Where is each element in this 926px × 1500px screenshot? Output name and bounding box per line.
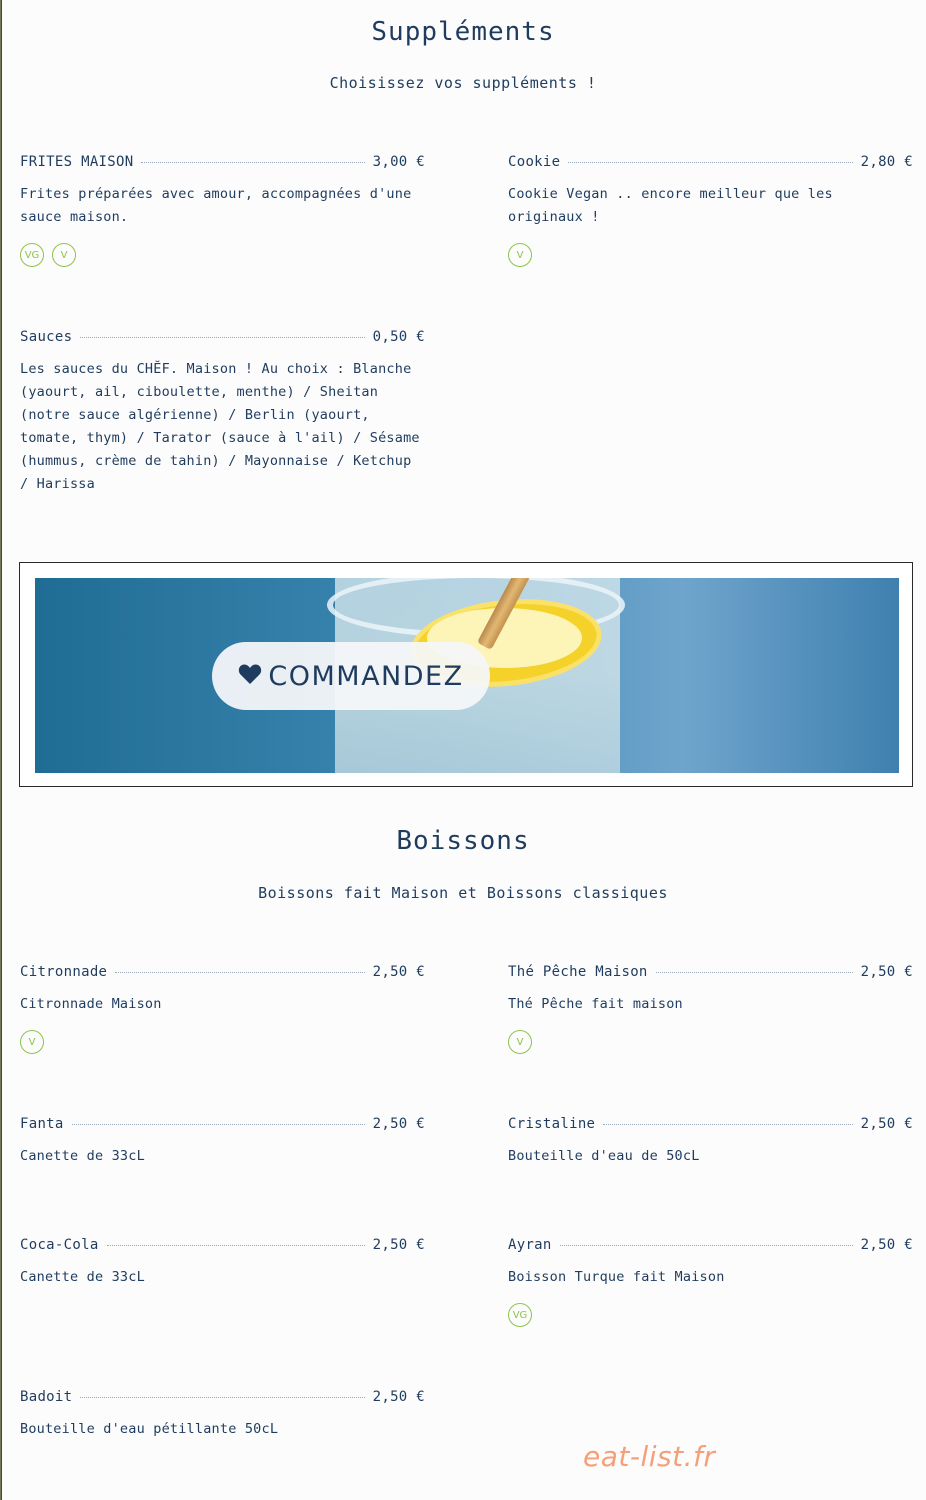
item-description: Citronnade Maison	[20, 996, 162, 1012]
lemonade-banner-image: COMMANDEZ	[35, 578, 899, 773]
dot-leader	[80, 1397, 365, 1398]
menu-item-ayran[interactable]: Ayran 2,50 € Boisson Turque fait Maison …	[508, 1237, 913, 1327]
item-price: 2,50 €	[860, 964, 913, 980]
dot-leader	[141, 162, 365, 163]
diet-badges: VG	[508, 1303, 913, 1327]
item-description: Frites préparées avec amour, accompagnée…	[20, 186, 412, 225]
boissons-subtitle: Boissons fait Maison et Boissons classiq…	[258, 884, 668, 902]
item-price: 2,50 €	[372, 964, 425, 980]
item-name: Ayran	[508, 1237, 552, 1253]
item-description: Canette de 33cL	[20, 1148, 145, 1164]
item-name: Fanta	[20, 1116, 64, 1132]
diet-badges: V	[508, 243, 913, 267]
item-description: Bouteille d'eau pétillante 50cL	[20, 1421, 279, 1437]
supplements-title: Suppléments	[371, 17, 555, 47]
item-name: FRITES MAISON	[20, 154, 134, 170]
item-name: Cristaline	[508, 1116, 596, 1132]
item-description: Canette de 33cL	[20, 1269, 145, 1285]
item-price: 3,00 €	[372, 154, 425, 170]
item-price: 2,50 €	[860, 1237, 913, 1253]
menu-item-cristaline[interactable]: Cristaline 2,50 € Bouteille d'eau de 50c…	[508, 1116, 913, 1168]
item-price: 2,50 €	[372, 1116, 425, 1132]
dot-leader	[603, 1124, 853, 1125]
dot-leader	[71, 1124, 365, 1125]
item-name: Citronnade	[20, 964, 108, 980]
item-name: Cookie	[508, 154, 561, 170]
menu-item-sauces[interactable]: Sauces 0,50 € Les sauces du CHĔF. Maison…	[20, 329, 425, 496]
item-name: Sauces	[20, 329, 73, 345]
diet-badges: V	[508, 1030, 913, 1054]
item-name: Badoit	[20, 1389, 73, 1405]
dot-leader	[568, 162, 853, 163]
heart-icon	[238, 661, 262, 692]
dot-leader	[80, 337, 365, 338]
menu-item-citronnade[interactable]: Citronnade 2,50 € Citronnade Maison V	[20, 964, 425, 1054]
dot-leader	[559, 1245, 853, 1246]
order-button[interactable]: COMMANDEZ	[212, 642, 490, 710]
item-price: 2,50 €	[372, 1389, 425, 1405]
item-description: Cookie Vegan .. encore meilleur que les …	[508, 186, 833, 225]
item-price: 2,50 €	[860, 1116, 913, 1132]
item-price: 2,50 €	[372, 1237, 425, 1253]
item-description: Les sauces du CHĔF. Maison ! Au choix : …	[20, 361, 420, 492]
item-price: 0,50 €	[372, 329, 425, 345]
diet-badges: VG V	[20, 243, 425, 267]
left-border-accent	[0, 0, 1, 1500]
order-button-label: COMMANDEZ	[268, 660, 464, 692]
menu-item-badoit[interactable]: Badoit 2,50 € Bouteille d'eau pétillante…	[20, 1389, 425, 1441]
menu-item-frites-maison[interactable]: FRITES MAISON 3,00 € Frites préparées av…	[20, 154, 425, 267]
menu-item-fanta[interactable]: Fanta 2,50 € Canette de 33cL	[20, 1116, 425, 1168]
diet-badges: V	[20, 1030, 425, 1054]
boissons-title: Boissons	[396, 826, 530, 856]
menu-item-cookie[interactable]: Cookie 2,80 € Cookie Vegan .. encore mei…	[508, 154, 913, 267]
dot-leader	[655, 972, 853, 973]
item-description: Thé Pêche fait maison	[508, 996, 683, 1012]
item-description: Bouteille d'eau de 50cL	[508, 1148, 700, 1164]
watermark: eat-list.fr	[583, 1440, 716, 1473]
item-price: 2,80 €	[860, 154, 913, 170]
item-name: Coca-Cola	[20, 1237, 99, 1253]
menu-item-coca-cola[interactable]: Coca-Cola 2,50 € Canette de 33cL	[20, 1237, 425, 1289]
item-description: Boisson Turque fait Maison	[508, 1269, 725, 1285]
dot-leader	[106, 1245, 365, 1246]
supplements-subtitle: Choisissez vos suppléments !	[329, 74, 597, 92]
vegetarian-badge-icon: V	[20, 1030, 44, 1054]
dot-leader	[115, 972, 365, 973]
vegetarian-badge-icon: V	[52, 243, 76, 267]
vegan-badge-icon: VG	[508, 1303, 532, 1327]
vegetarian-badge-icon: V	[508, 243, 532, 267]
order-banner[interactable]: COMMANDEZ	[19, 562, 913, 787]
vegan-badge-icon: VG	[20, 243, 44, 267]
item-name: Thé Pêche Maison	[508, 964, 648, 980]
vegetarian-badge-icon: V	[508, 1030, 532, 1054]
menu-item-the-peche[interactable]: Thé Pêche Maison 2,50 € Thé Pêche fait m…	[508, 964, 913, 1054]
